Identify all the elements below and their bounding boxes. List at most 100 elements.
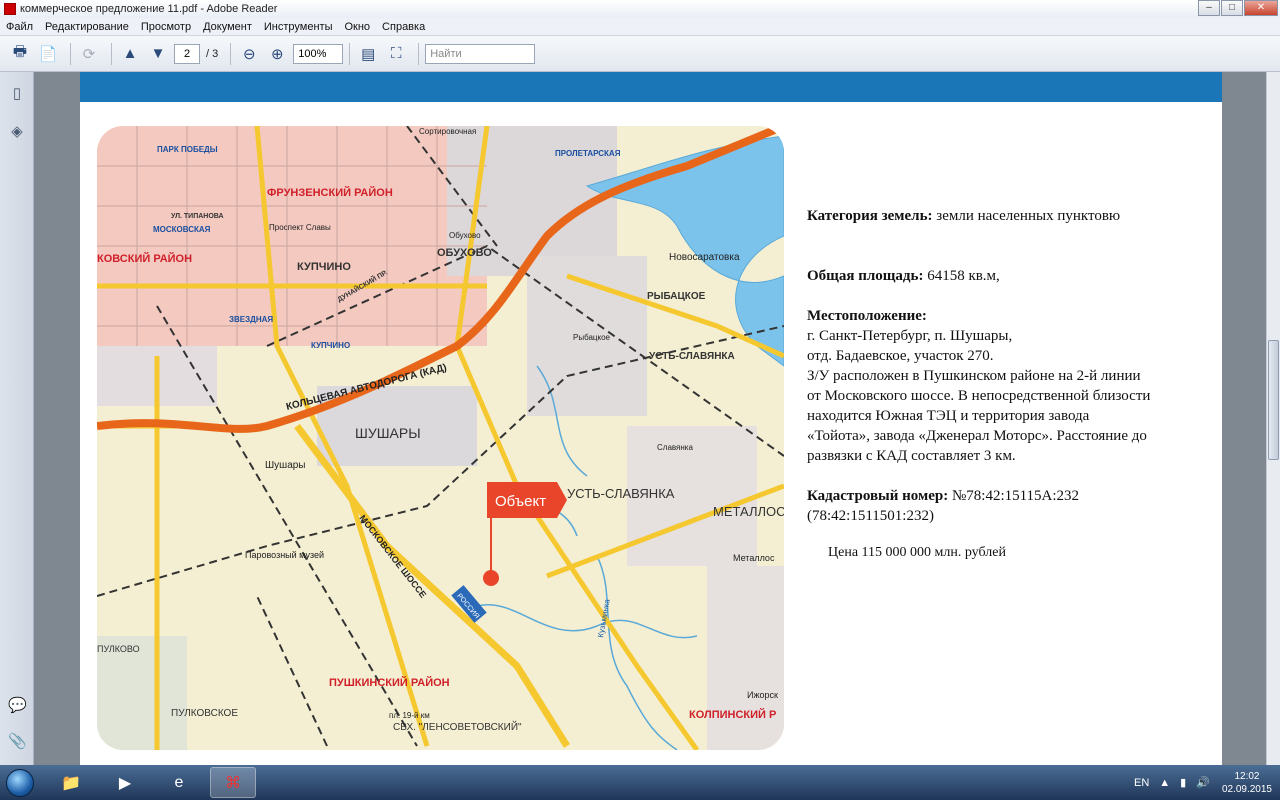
scroll-mode-icon[interactable]: ▤ [356,43,380,65]
moskovskoe-shosse [294,423,570,748]
navigation-pane: ▯ ◈ 💬 📎 [0,72,34,765]
location-line: З/У расположен в Пушкинском районе на 2-… [807,368,1141,384]
zoom-select[interactable]: 100% [293,43,344,64]
media-player-taskbar-icon[interactable]: ▶ [102,767,148,798]
map-svg: ФРУНЗЕНСКИЙ РАЙОН КОВСКИЙ РАЙОН КУПЧИНО … [97,126,784,750]
object-marker: Объект [483,482,567,586]
vertical-scrollbar[interactable] [1266,72,1280,765]
location-line: от Московского шоссе. В непосредственной… [807,388,1151,404]
label-sovkhoz: СВХ. "ЛЕНСОВЕТОВСКИЙ" [393,720,522,733]
label-kupchino: КУПЧИНО [297,261,351,273]
location-line: «Тойота», завода «Дженерал Моторс». Расс… [807,428,1147,444]
menu-window[interactable]: Окно [344,21,370,33]
price: Цена 115 000 000 млн. рублей [828,545,1006,560]
pages-icon[interactable]: ▯ [8,84,26,102]
label-obukhovo: ОБУХОВО [437,247,492,259]
taskbar: 📁 ▶ e ⌘ EN ▲ ▮ 🔊 12:02 02.09.2015 [0,765,1280,800]
print-icon[interactable]: 🖶 [8,43,32,65]
toolbar: 🖶 📄 ⟳ ▲ ▼ 2 / 3 ⊖ ⊕ 100% ▤ ⛶ Найти [0,36,1280,72]
area-value: 64158 кв.м, [923,268,1000,284]
search-input[interactable]: Найти [425,43,536,64]
location-line: находится Южная ТЭЦ и территория завода [807,408,1090,424]
label-metallostroy: МЕТАЛЛОС [713,504,784,519]
title-bar: коммерческое предложение 11.pdf - Adobe … [0,0,1280,18]
maximize-button[interactable]: □ [1221,0,1243,16]
create-pdf-icon[interactable]: 📄 [36,43,60,65]
volume-icon[interactable]: 🔊 [1196,776,1210,789]
system-tray: EN ▲ ▮ 🔊 12:02 02.09.2015 [1124,765,1272,800]
pdf-page: ФРУНЗЕНСКИЙ РАЙОН КОВСКИЙ РАЙОН КУПЧИНО … [80,72,1222,765]
clock[interactable]: 12:02 02.09.2015 [1222,770,1272,796]
category-value: земли населенных пунктовю [932,208,1121,224]
label-ust-slavyanka: УСТЬ-СЛАВЯНКА [649,351,735,362]
internet-explorer-taskbar-icon[interactable]: e [156,767,202,798]
location-line: развязки с КАД составляет 3 км. [807,448,1016,464]
label-frunzensky: ФРУНЗЕНСКИЙ РАЙОН [267,186,393,199]
label-rybatskoe: РЫБАЦКОЕ [647,291,706,302]
category-label: Категория земель: [807,208,933,224]
location-map: ФРУНЗЕНСКИЙ РАЙОН КОВСКИЙ РАЙОН КУПЧИНО … [97,126,784,750]
label-slavyanka: Славянка [657,443,693,452]
zoom-out-icon[interactable]: ⊖ [237,43,261,65]
page-number-input[interactable]: 2 [174,43,200,64]
network-icon[interactable]: ▮ [1180,776,1186,789]
clock-time: 12:02 [1234,770,1260,782]
urban-area [97,126,487,346]
cadastral-alt: (78:42:1511501:232) [807,508,934,524]
minimize-button[interactable]: ‒ [1198,0,1220,16]
menu-edit[interactable]: Редактирование [45,21,129,33]
clock-date: 02.09.2015 [1221,783,1272,795]
label-moskovskaya: МОСКОВСКАЯ [153,225,211,234]
object-label: Объект [495,493,546,510]
land-category: Категория земель: земли населенных пункт… [807,206,1207,226]
label-park-pobedy: ПАРК ПОБЕДЫ [157,145,218,154]
scrollbar-thumb[interactable] [1268,340,1279,460]
zoom-in-icon[interactable]: ⊕ [265,43,289,65]
label-kupchino-metro: КУПЧИНО [311,341,350,350]
label-izhorsky: Ижорск [747,690,778,700]
explorer-taskbar-icon[interactable]: 📁 [48,767,94,798]
label-novosaratovka: Новосаратовка [669,252,740,263]
prev-page-icon[interactable]: ▲ [118,43,142,65]
label-obukhovo-station: Обухово [449,231,481,240]
location: Местоположение: г. Санкт-Петербург, п. Ш… [807,306,1207,466]
label-zvezdnaya: ЗВЕЗДНАЯ [229,315,273,324]
adobe-reader-taskbar-icon[interactable]: ⌘ [210,767,256,798]
location-line: отд. Бадаевское, участок 270. [807,348,994,364]
label-shushary: ШУШАРЫ [355,425,421,441]
comments-icon[interactable]: 💬 [8,696,27,714]
menu-help[interactable]: Справка [382,21,425,33]
menu-document[interactable]: Документ [203,21,252,33]
tray-arrow-icon[interactable]: ▲ [1159,777,1170,789]
location-label: Местоположение: [807,308,927,324]
layers-icon[interactable]: ◈ [8,122,26,140]
label-prospekt-slavy: Проспект Славы [269,223,331,232]
language-indicator[interactable]: EN [1134,777,1149,789]
label-pulkovskoe: ПУЛКОВСКОЕ [171,708,238,719]
attachments-icon[interactable]: 📎 [8,732,27,750]
label-sortirovochnaya: Сортировочная [419,127,476,136]
label-parovozny: Паровозный музей [245,550,324,560]
label-kolpinsky: КОЛПИНСКИЙ Р [689,708,776,721]
label-ul-tipanova: УЛ. ТИПАНОВА [171,213,224,220]
industrial-area [707,566,784,750]
page-header-band [80,72,1222,102]
share-icon[interactable]: ⟳ [77,43,101,65]
menu-tools[interactable]: Инструменты [264,21,333,33]
menu-file[interactable]: Файл [6,21,33,33]
start-button[interactable] [0,765,40,800]
label-rybatskoe-station: Рыбацкое [573,333,611,342]
fit-page-icon[interactable]: ⛶ [384,43,408,65]
adobe-reader-icon [4,3,16,15]
cadastral-number: Кадастровый номер: №78:42:15115А:232 (78… [807,486,1207,526]
property-info: Категория земель: земли населенных пункт… [807,206,1207,546]
label-moskovsky: КОВСКИЙ РАЙОН [97,252,192,265]
next-page-icon[interactable]: ▼ [146,43,170,65]
label-ust-slavyanka-2: УСТЬ-СЛАВЯНКА [567,486,675,501]
window-title: коммерческое предложение 11.pdf - Adobe … [20,3,278,15]
menu-bar: Файл Редактирование Просмотр Документ Ин… [0,18,1280,36]
cadastral-label: Кадастровый номер: [807,488,949,504]
menu-view[interactable]: Просмотр [141,21,191,33]
label-pushkinsky: ПУШКИНСКИЙ РАЙОН [329,676,450,689]
close-button[interactable]: ✕ [1244,0,1278,16]
